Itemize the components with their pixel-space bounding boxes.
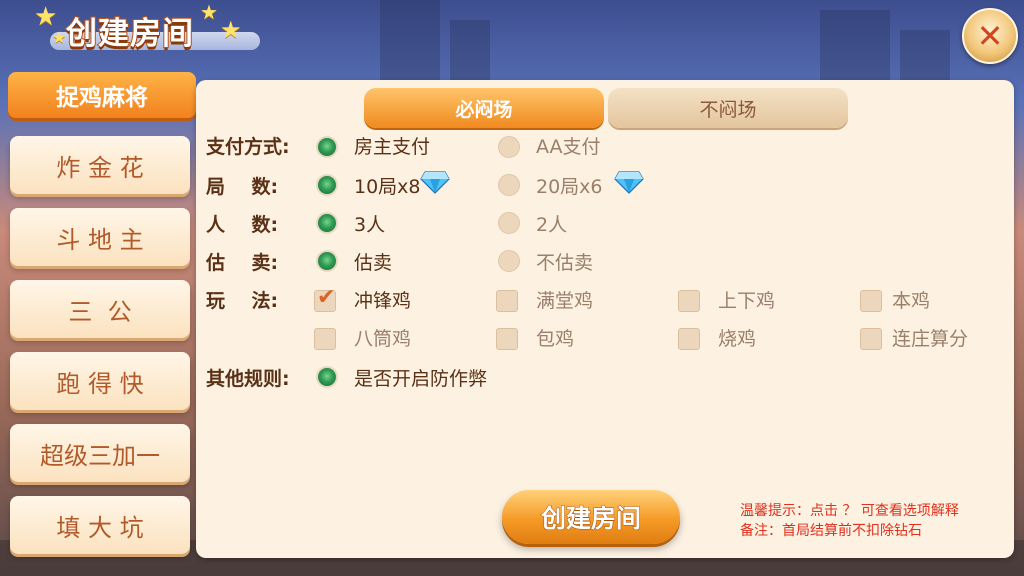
star-icon: ★ bbox=[52, 28, 67, 47]
players-2-option[interactable]: 2人 bbox=[536, 210, 567, 237]
game-tab-label: 跑 得 快 bbox=[56, 369, 144, 398]
players-3-radio[interactable] bbox=[316, 212, 338, 234]
page-title-banner: ★ ★ ★ ★ 创建房间 bbox=[28, 0, 268, 60]
game-tab-paodekuai[interactable]: 跑 得 快 bbox=[10, 352, 190, 410]
checkmark-icon: ✔ bbox=[317, 285, 336, 310]
payment-aa-option[interactable]: AA支付 bbox=[536, 132, 601, 159]
rules-label: 玩 法: bbox=[206, 290, 279, 312]
game-tab-zhajinhua[interactable]: 炸 金 花 bbox=[10, 136, 190, 194]
anti-cheat-radio[interactable] bbox=[316, 366, 338, 388]
estimate-yes-radio[interactable] bbox=[316, 250, 338, 272]
rule-lianzhuang-label[interactable]: 连庄算分 bbox=[892, 324, 968, 351]
rule-shangxiaji-checkbox[interactable] bbox=[678, 290, 700, 312]
game-tab-label: 斗 地 主 bbox=[56, 225, 144, 254]
game-tab-doudizhu[interactable]: 斗 地 主 bbox=[10, 208, 190, 266]
other-rules-label: 其他规则: bbox=[206, 368, 290, 390]
rule-lianzhuang-checkbox[interactable] bbox=[860, 328, 882, 350]
estimate-yes-option[interactable]: 估卖 bbox=[354, 248, 392, 275]
game-tab-chaoji-sanjiayi[interactable]: 超级三加一 bbox=[10, 424, 190, 482]
rounds-10-radio[interactable] bbox=[316, 174, 338, 196]
anti-cheat-option[interactable]: 是否开启防作弊 bbox=[354, 364, 487, 391]
rule-mantangji-label[interactable]: 满堂鸡 bbox=[536, 286, 593, 313]
game-tab-zhuoji-majiang[interactable]: 捉鸡麻将 bbox=[8, 72, 196, 118]
estimate-no-radio[interactable] bbox=[498, 250, 520, 272]
close-button[interactable]: ✕ bbox=[962, 8, 1018, 64]
tab-label: 不闷场 bbox=[699, 98, 757, 121]
tip-text: 温馨提示：点击 ？ 可查看选项解释 bbox=[740, 503, 959, 519]
rule-baoji-checkbox[interactable] bbox=[496, 328, 518, 350]
diamond-icon bbox=[420, 171, 450, 194]
rule-shaoji-label[interactable]: 烧鸡 bbox=[718, 324, 756, 351]
players-label: 人 数: bbox=[206, 214, 279, 236]
players-2-radio[interactable] bbox=[498, 212, 520, 234]
rule-benji-checkbox[interactable] bbox=[860, 290, 882, 312]
rule-chongfengji-label[interactable]: 冲锋鸡 bbox=[354, 286, 411, 313]
close-icon: ✕ bbox=[976, 17, 1004, 55]
game-tab-label: 捉鸡麻将 bbox=[56, 85, 148, 111]
star-icon: ★ bbox=[200, 0, 218, 24]
rounds-20-option[interactable]: 20局x6 bbox=[536, 172, 603, 199]
payment-owner-radio[interactable] bbox=[316, 136, 338, 158]
rounds-label: 局 数: bbox=[206, 176, 279, 198]
game-tab-label: 超级三加一 bbox=[40, 441, 160, 470]
star-icon: ★ bbox=[220, 16, 242, 44]
tab-bimen[interactable]: 必闷场 bbox=[364, 88, 604, 128]
rule-shangxiaji-label[interactable]: 上下鸡 bbox=[718, 286, 775, 313]
rule-benji-label[interactable]: 本鸡 bbox=[892, 286, 930, 313]
game-tab-label: 三 公 bbox=[68, 297, 132, 326]
create-room-button[interactable]: 创建房间 bbox=[502, 490, 680, 544]
game-tab-label: 炸 金 花 bbox=[56, 153, 144, 182]
game-tab-tiandakeng[interactable]: 填 大 坑 bbox=[10, 496, 190, 554]
estimate-no-option[interactable]: 不估卖 bbox=[536, 248, 593, 275]
game-tab-sangong[interactable]: 三 公 bbox=[10, 280, 190, 338]
diamond-icon bbox=[614, 171, 644, 194]
rule-chongfengji-checkbox[interactable]: ✔ bbox=[314, 285, 336, 312]
rounds-20-radio[interactable] bbox=[498, 174, 520, 196]
payment-label: 支付方式: bbox=[206, 136, 290, 158]
game-tab-label: 填 大 坑 bbox=[56, 513, 144, 542]
rule-batongji-checkbox[interactable] bbox=[314, 328, 336, 350]
estimate-label: 估 卖: bbox=[206, 252, 279, 274]
page-title: 创建房间 bbox=[65, 15, 194, 53]
players-3-option[interactable]: 3人 bbox=[354, 210, 385, 237]
payment-aa-radio[interactable] bbox=[498, 136, 520, 158]
create-room-label: 创建房间 bbox=[540, 504, 641, 534]
tab-bumen[interactable]: 不闷场 bbox=[608, 88, 848, 128]
rule-mantangji-checkbox[interactable] bbox=[496, 290, 518, 312]
rule-shaoji-checkbox[interactable] bbox=[678, 328, 700, 350]
rounds-10-option[interactable]: 10局x8 bbox=[354, 172, 421, 199]
rule-baoji-label[interactable]: 包鸡 bbox=[536, 324, 574, 351]
payment-owner-option[interactable]: 房主支付 bbox=[354, 132, 430, 159]
tab-label: 必闷场 bbox=[455, 98, 513, 121]
rule-batongji-label[interactable]: 八筒鸡 bbox=[354, 324, 411, 351]
note-text: 备注：首局结算前不扣除钻石 bbox=[740, 523, 922, 539]
